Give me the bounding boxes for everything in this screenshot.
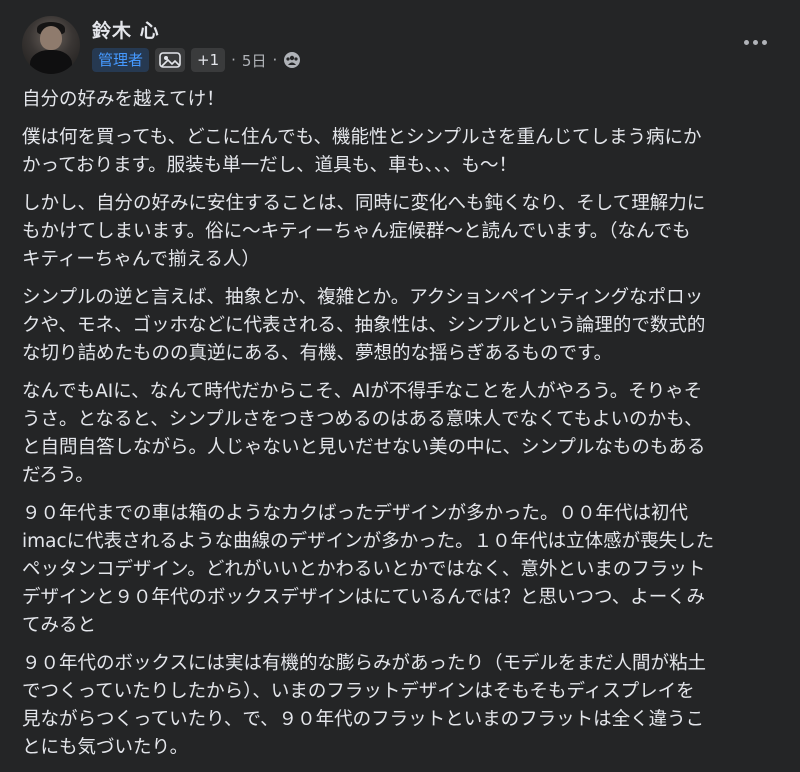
post-paragraph: 僕は何を買っても、どこに住んでも、機能性とシンプルさを重んじてしまう病にか かっ… — [22, 127, 702, 176]
post-paragraph: なんでもAIに、なんて時代だからこそ、AIが不得手なことを人がやろう。そりゃそ … — [22, 381, 706, 486]
avatar-head — [40, 26, 62, 50]
post-paragraph: ９０年代のボックスには実は有機的な膨らみがあったり（モデルをまだ人間が粘土 でつ… — [22, 653, 706, 758]
meta-separator: · — [231, 51, 236, 69]
post-body: 自分の好みを越えてけ！ 僕は何を買っても、どこに住んでも、機能性とシンプルさを重… — [22, 86, 782, 772]
post-timestamp[interactable]: 5日 — [242, 50, 267, 71]
avatar-body — [30, 50, 72, 74]
post-header: 鈴木 心 管理者 +1 · 5日 · — [22, 16, 778, 76]
post-paragraph: ９０年代までの車は箱のようなカクばったデザインが多かった。００年代は初代 ima… — [22, 503, 715, 636]
author-meta-row: 管理者 +1 · 5日 · — [92, 47, 301, 73]
extra-badges-count[interactable]: +1 — [191, 48, 226, 72]
dot-icon — [743, 39, 749, 45]
admin-badge[interactable]: 管理者 — [92, 48, 150, 72]
author-name[interactable]: 鈴木 心 — [92, 16, 160, 43]
dot-icon — [761, 39, 767, 45]
meta-separator: · — [272, 51, 278, 69]
post-paragraph: シンプルの逆と言えば、抽象とか、複雑とか。アクションペインティングなポロッ クや… — [22, 287, 706, 364]
dot-icon — [752, 39, 758, 45]
more-options-button[interactable] — [740, 32, 770, 52]
top-contributor-icon[interactable] — [155, 48, 186, 72]
post-paragraph: 自分の好みを越えてけ！ — [22, 89, 225, 110]
group-icon[interactable] — [283, 51, 301, 69]
post-paragraph: しかし、自分の好みに安住することは、同時に変化へも鈍くなり、そして理解力に もか… — [22, 193, 706, 270]
avatar[interactable] — [22, 16, 80, 74]
